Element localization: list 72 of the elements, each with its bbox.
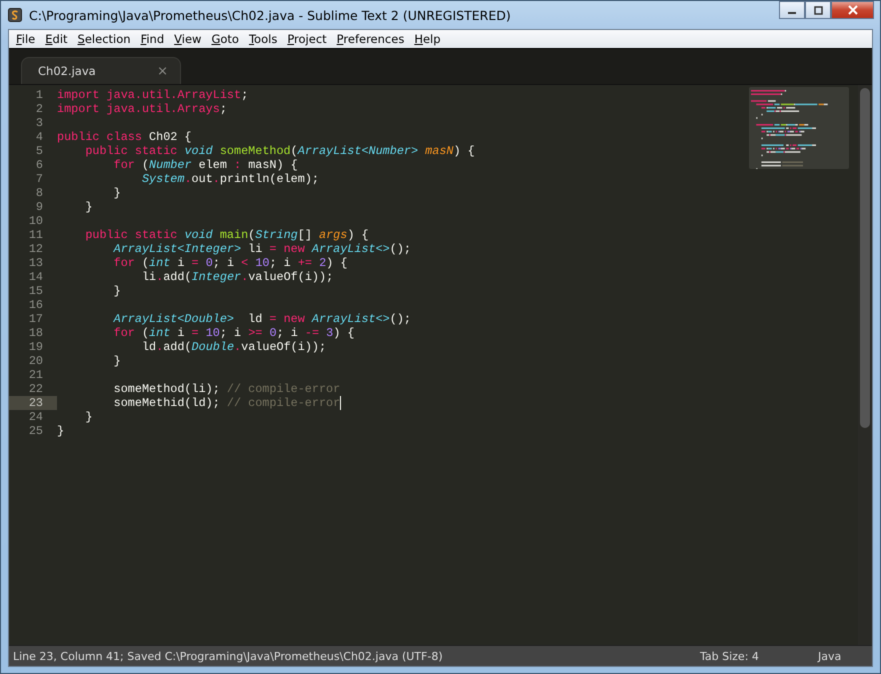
line-number: 17 xyxy=(28,312,44,326)
code-line: for (Number elem : masN) { xyxy=(112,158,298,172)
menu-item[interactable]: Selection xyxy=(72,32,136,46)
line-number: 10 xyxy=(28,214,44,228)
code-line: } xyxy=(57,424,64,438)
close-icon xyxy=(848,5,858,15)
line-number: 20 xyxy=(28,354,44,368)
close-button[interactable] xyxy=(831,1,874,19)
code-line: public static void main(String[] args) { xyxy=(84,228,369,242)
menu-item[interactable]: Goto xyxy=(206,32,244,46)
code-line: for (int i = 10; i >= 0; i -= 3) { xyxy=(112,326,354,340)
line-number: 16 xyxy=(28,298,44,312)
code-line: System.out.println(elem); xyxy=(140,172,319,186)
line-number: 9 xyxy=(34,200,44,214)
line-number: 25 xyxy=(28,424,44,438)
line-number: 22 xyxy=(28,382,44,396)
code-line: } xyxy=(112,354,121,368)
minimize-icon xyxy=(788,12,796,14)
menu-item[interactable]: Edit xyxy=(40,32,73,46)
code-line: import java.util.ArrayList; xyxy=(57,88,248,102)
file-tab[interactable]: Ch02.java × xyxy=(21,57,181,84)
line-number: 18 xyxy=(28,326,44,340)
code-line: for (int i = 0; i < 10; i += 2) { xyxy=(112,256,348,270)
menu-item[interactable]: File xyxy=(11,32,40,46)
code-line: ArrayList<Double> ld = new ArrayList<>(); xyxy=(112,312,412,326)
code-line: ArrayList<Integer> li = new ArrayList<>(); xyxy=(112,242,412,256)
status-message: Line 23, Column 41; Saved C:\Programing\Java\Prometheus\Ch02.java (UTF-8) xyxy=(13,650,443,662)
line-number: 1 xyxy=(34,88,44,102)
line-number: 13 xyxy=(28,256,44,270)
line-number: 3 xyxy=(34,116,44,130)
code-line: public class Ch02 { xyxy=(57,130,192,144)
line-number: 6 xyxy=(34,158,44,172)
code-line: someMethid(ld); // compile-error xyxy=(112,396,340,410)
menu-item[interactable]: Find xyxy=(136,32,170,46)
line-number: 24 xyxy=(28,410,44,424)
menu-item[interactable]: Preferences xyxy=(332,32,410,46)
code-line: } xyxy=(112,186,121,200)
line-number: 12 xyxy=(28,242,44,256)
minimap-drawing[interactable] xyxy=(749,87,849,169)
line-number: 7 xyxy=(34,172,44,186)
code-line: } xyxy=(112,284,121,298)
line-number: 4 xyxy=(34,130,44,144)
line-number: 8 xyxy=(34,186,44,200)
tab-close-button[interactable]: × xyxy=(155,64,170,78)
menu-item[interactable]: Project xyxy=(282,32,332,46)
line-number: 14 xyxy=(28,270,44,284)
maximize-button[interactable] xyxy=(805,1,831,19)
line-number: 2 xyxy=(34,102,44,116)
line-number: 11 xyxy=(28,228,44,242)
syntax-indicator[interactable]: Java xyxy=(818,650,872,662)
maximize-icon xyxy=(814,6,822,14)
window-title: C:\Programing\Java\Prometheus\Ch02.java - Sublime Text 2 (UNREGISTERED) xyxy=(29,8,511,22)
menu-item[interactable]: Tools xyxy=(244,32,282,46)
line-number: 23 xyxy=(9,396,57,410)
menu-item[interactable]: View xyxy=(169,32,206,46)
minimize-button[interactable] xyxy=(779,1,805,19)
line-number: 21 xyxy=(28,368,44,382)
app-icon xyxy=(8,8,22,22)
line-number: 5 xyxy=(34,144,44,158)
code-line: } xyxy=(84,200,92,214)
code-line: someMethod(li); // compile-error xyxy=(112,382,340,396)
code-line: } xyxy=(84,410,92,424)
code-line: ld.add(Double.valueOf(i)); xyxy=(140,340,326,354)
code-line: public static void someMethod(ArrayList<Number> masN) { xyxy=(84,144,475,158)
scrollbar-thumb[interactable] xyxy=(860,88,870,428)
tab-size-indicator[interactable]: Tab Size: 4 xyxy=(700,650,818,662)
code-line: import java.util.Arrays; xyxy=(57,102,227,116)
line-number: 19 xyxy=(28,340,44,354)
text-cursor xyxy=(340,396,342,410)
code-line: li.add(Integer.valueOf(i)); xyxy=(140,270,334,284)
menu-item[interactable]: Help xyxy=(409,32,446,46)
line-number: 15 xyxy=(28,284,44,298)
